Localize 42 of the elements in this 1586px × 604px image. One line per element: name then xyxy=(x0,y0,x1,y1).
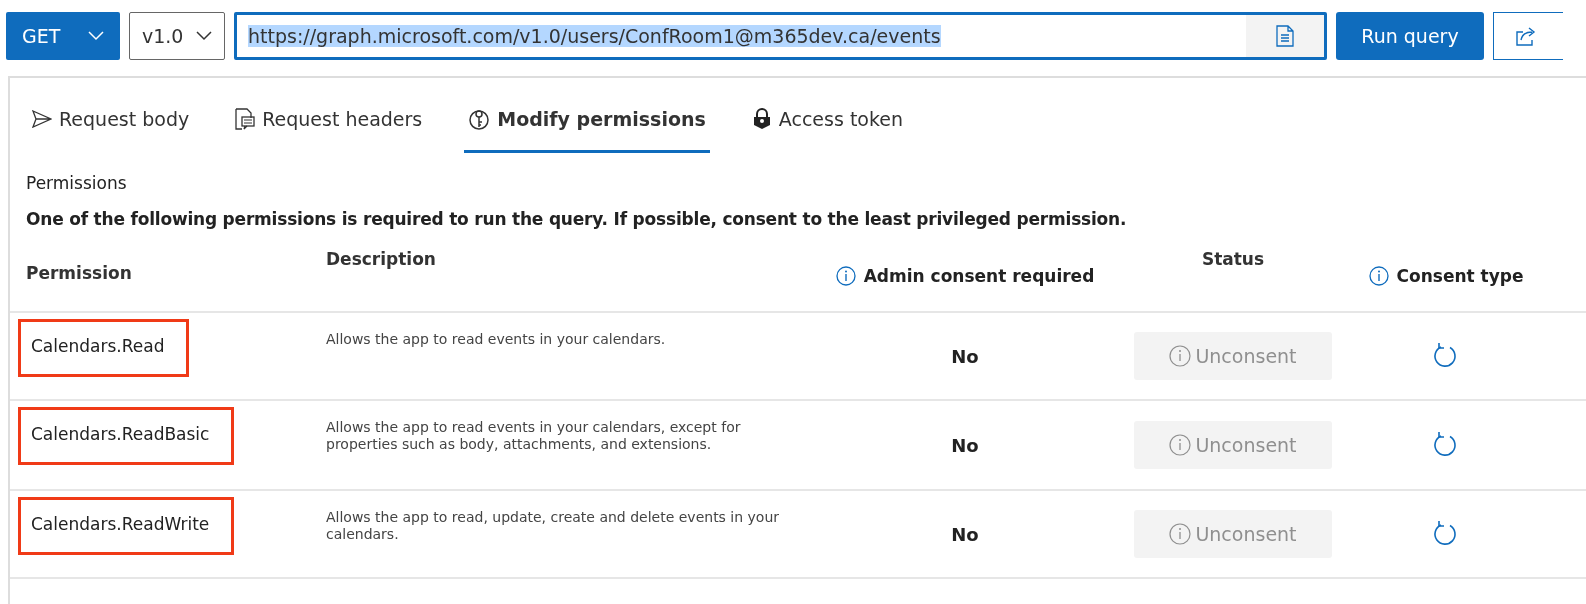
method-dropdown[interactable]: GET xyxy=(6,12,120,60)
section-title: Permissions xyxy=(25,172,128,193)
admin-consent-value: No xyxy=(951,345,979,367)
share-icon xyxy=(1514,26,1537,46)
info-icon xyxy=(835,266,856,286)
run-query-button[interactable]: Run query xyxy=(1336,12,1484,60)
refresh-icon[interactable] xyxy=(1433,342,1459,370)
info-icon xyxy=(1169,434,1192,456)
permission-name: Calendars.ReadBasic xyxy=(18,407,235,465)
admin-consent-value: No xyxy=(951,434,979,456)
permission-description: Allows the app to read events in your calendars, except for properties such as body, attachments, and extensions. xyxy=(326,419,742,453)
lock-icon xyxy=(751,108,772,130)
chevron-down-icon xyxy=(196,31,212,41)
admin-consent-value: No xyxy=(951,523,979,545)
refresh-icon[interactable] xyxy=(1433,520,1459,548)
refresh-icon[interactable] xyxy=(1433,431,1459,459)
tab[interactable]: Modify permissions xyxy=(464,100,710,153)
key-icon xyxy=(468,108,491,130)
info-icon xyxy=(1368,266,1389,286)
share-button[interactable] xyxy=(1493,12,1563,60)
column-header: Permission xyxy=(26,263,132,283)
info-icon xyxy=(1169,345,1192,367)
permission-description: Allows the app to read events in your calendars. xyxy=(326,331,667,348)
send-icon xyxy=(32,110,52,128)
permission-name: Calendars.ReadWrite xyxy=(18,497,235,555)
column-header: Status xyxy=(1201,249,1265,269)
tab[interactable]: Request headers xyxy=(231,100,427,153)
chevron-down-icon xyxy=(88,31,104,41)
permission-name: Calendars.Read xyxy=(18,319,190,377)
url-field[interactable]: https://graph.microsoft.com/v1.0/users/ConfRoom1@m365dev.ca/events xyxy=(234,12,1327,60)
column-header: Admin consent required xyxy=(863,266,1095,286)
document-icon xyxy=(1276,25,1294,47)
version-dropdown[interactable]: v1.0 xyxy=(129,12,225,60)
column-header: Consent type xyxy=(1396,266,1524,286)
permission-description: Allows the app to read, update, create and delete events in your calendars. xyxy=(326,509,781,543)
tab[interactable]: Access token xyxy=(747,100,908,153)
info-icon xyxy=(1169,523,1192,545)
document-list-icon xyxy=(235,108,256,130)
document-button[interactable] xyxy=(1246,15,1324,57)
permissions-note: One of the following permissions is required to run the query. If possible, consent to the least privileged permission. xyxy=(25,208,1128,229)
column-header: Description xyxy=(326,249,436,269)
tab[interactable]: Request body xyxy=(28,100,194,153)
